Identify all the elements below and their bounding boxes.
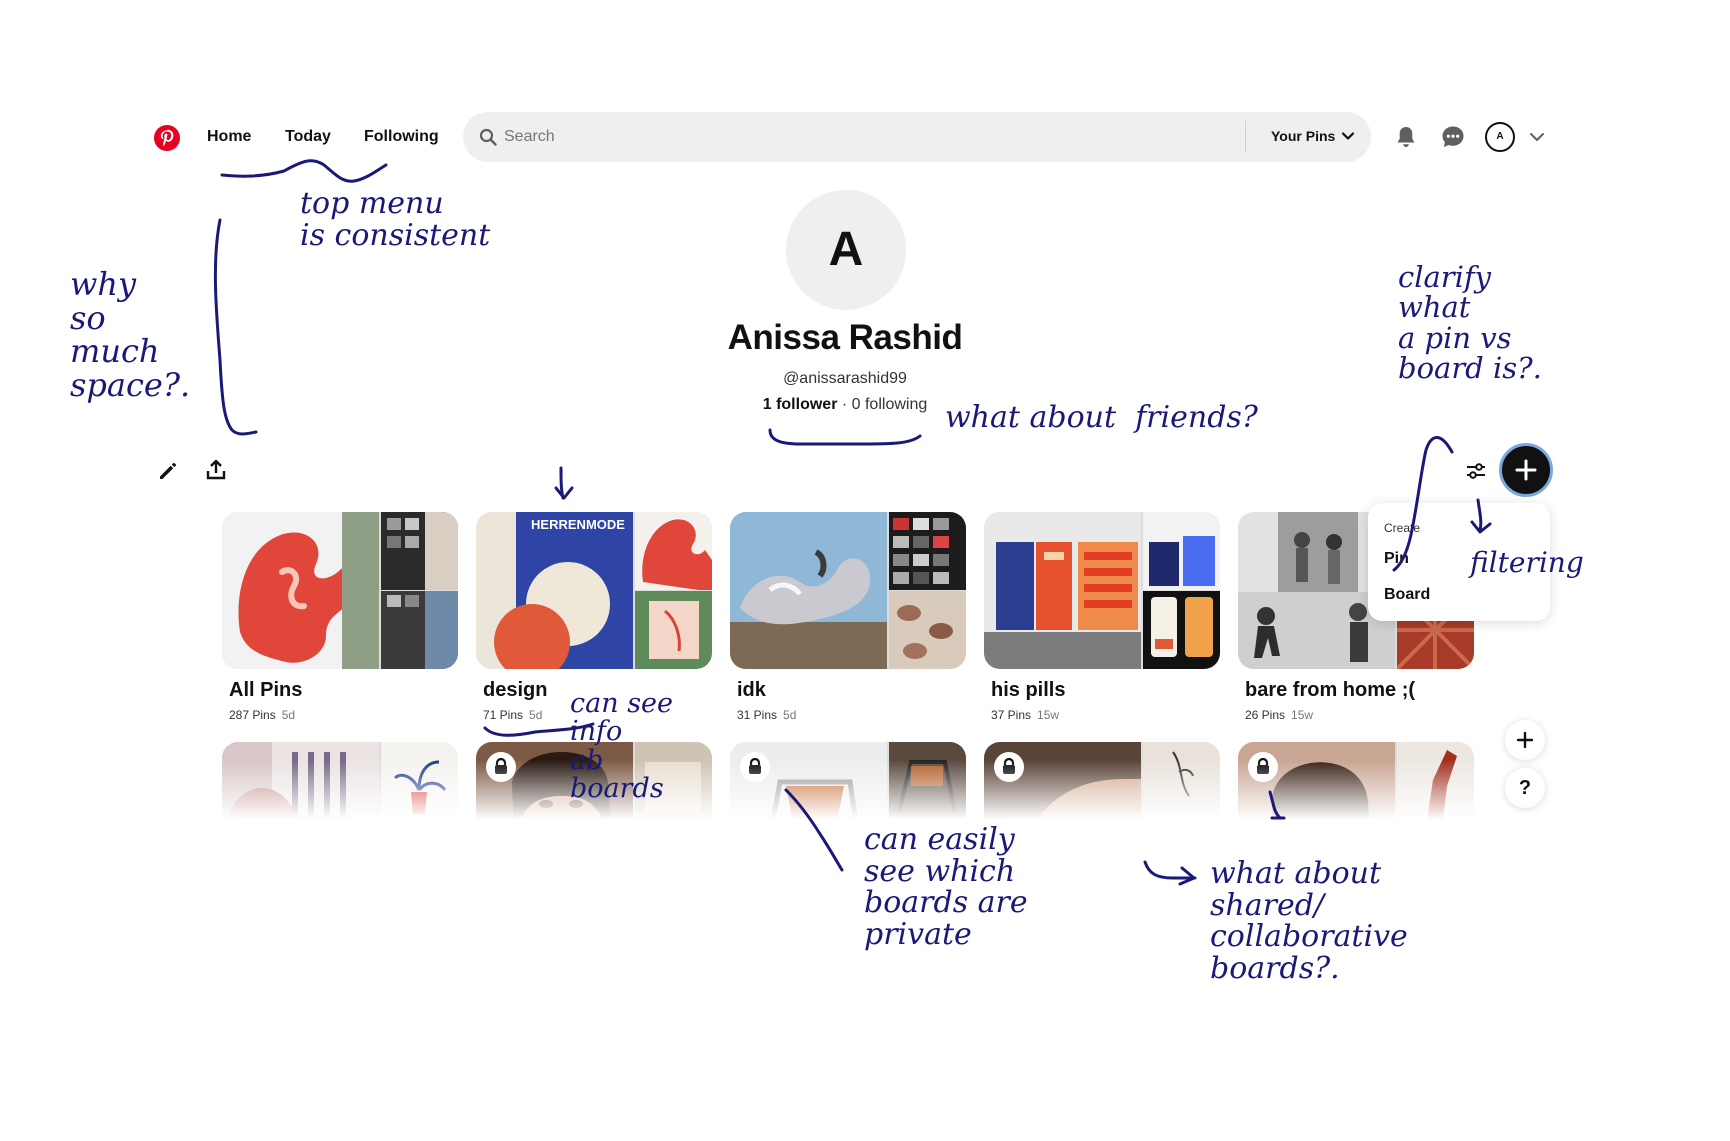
board-age: 15w — [1037, 708, 1060, 722]
board-cover-image — [381, 512, 458, 590]
board-meta: 31 Pins 5d — [737, 708, 796, 722]
pinterest-logo-icon[interactable] — [154, 125, 180, 151]
annotation-clarify: clarify what a pin vs board is?. — [1398, 260, 1542, 386]
annotation-space: why so much space?. — [70, 265, 191, 404]
create-menu-item-board[interactable]: Board — [1384, 586, 1430, 604]
board-cover-image — [889, 512, 966, 590]
account-avatar[interactable]: A — [1485, 122, 1515, 152]
search-icon — [479, 128, 497, 146]
create-button[interactable] — [1499, 443, 1553, 497]
board-cover-image — [635, 512, 712, 590]
board-cover-caption: HERRENMODE — [531, 517, 625, 532]
board-cover-image — [984, 512, 1141, 669]
board-title: bare from home ;( — [1245, 679, 1416, 701]
plus-icon — [1515, 459, 1537, 481]
board-pin-count: 26 Pins — [1245, 708, 1286, 722]
chevron-down-icon — [1342, 132, 1355, 140]
profile-avatar: A — [786, 190, 906, 310]
help-button[interactable]: ? — [1505, 768, 1545, 808]
edit-pencil-icon[interactable] — [157, 460, 179, 482]
board-cover-image — [1143, 591, 1220, 669]
board-meta: 71 Pins 5d — [483, 708, 542, 722]
messages-icon[interactable] — [1440, 124, 1466, 150]
board-title: All Pins — [229, 679, 303, 701]
board-pin-count: 287 Pins — [229, 708, 276, 722]
filter-sliders-icon[interactable] — [1464, 459, 1488, 483]
board-card[interactable]: his pills 37 Pins 15w — [984, 512, 1220, 722]
board-age: 15w — [1291, 708, 1314, 722]
board-card[interactable]: idk 31 Pins 5d — [730, 512, 966, 722]
annotation-info: can see info ab boards — [570, 688, 674, 805]
board-meta: 26 Pins 15w — [1245, 708, 1313, 722]
create-menu-title: Create — [1384, 521, 1421, 535]
profile-handle: @anissarashid99 — [783, 370, 907, 387]
search-input[interactable] — [504, 123, 1204, 151]
board-pin-count: 71 Pins — [483, 708, 524, 722]
search-divider — [1245, 121, 1246, 153]
board-age: 5d — [281, 708, 296, 722]
stats-separator: · — [837, 396, 852, 413]
bell-icon[interactable] — [1393, 124, 1419, 150]
board-cover: HERRENMODE — [476, 512, 712, 669]
board-cover — [984, 512, 1220, 669]
annotation-filtering: filtering — [1470, 546, 1584, 579]
floating-add-button[interactable] — [1505, 720, 1545, 760]
annotation-friends: what about friends? — [945, 400, 1258, 435]
board-cover-image — [1143, 512, 1220, 590]
board-title: his pills — [991, 679, 1066, 701]
nav-today[interactable]: Today — [285, 128, 331, 146]
followers-count[interactable]: 1 follower — [763, 396, 838, 413]
board-title: design — [483, 679, 548, 701]
board-cover-image: HERRENMODE — [476, 512, 633, 669]
nav-home[interactable]: Home — [207, 128, 251, 146]
share-upload-icon[interactable] — [205, 459, 227, 481]
search-scope-label: Your Pins — [1271, 128, 1336, 144]
profile-name: Anissa Rashid — [727, 318, 963, 357]
annotation-top-menu: top menu is consistent — [300, 186, 491, 253]
plus-icon — [1516, 731, 1534, 749]
annotation-private: can easily see which boards are private — [864, 822, 1028, 952]
board-cover — [222, 512, 458, 669]
account-chevron-down-icon[interactable] — [1528, 128, 1546, 146]
board-meta: 287 Pins 5d — [229, 708, 295, 722]
search-bar[interactable]: Your Pins — [463, 112, 1371, 162]
annotation-shared: what about shared/ collaborative boards?… — [1210, 856, 1408, 986]
board-pin-count: 37 Pins — [991, 708, 1032, 722]
board-age: 5d — [783, 708, 797, 722]
board-cover-image — [730, 512, 887, 669]
create-menu-item-pin[interactable]: Pin — [1384, 550, 1409, 568]
following-count[interactable]: 0 following — [852, 396, 928, 413]
board-card[interactable]: All Pins 287 Pins 5d — [222, 512, 458, 722]
board-cover — [730, 512, 966, 669]
board-cover-image — [222, 512, 379, 669]
content-fade — [0, 760, 1730, 830]
board-cover-image — [635, 591, 712, 669]
search-scope-dropdown[interactable]: Your Pins — [1271, 128, 1355, 144]
board-cover-image — [381, 591, 458, 669]
board-pin-count: 31 Pins — [737, 708, 778, 722]
board-cover-image — [889, 591, 966, 669]
nav-following[interactable]: Following — [364, 128, 439, 146]
board-meta: 37 Pins 15w — [991, 708, 1059, 722]
board-age: 5d — [529, 708, 543, 722]
board-title: idk — [737, 679, 766, 701]
